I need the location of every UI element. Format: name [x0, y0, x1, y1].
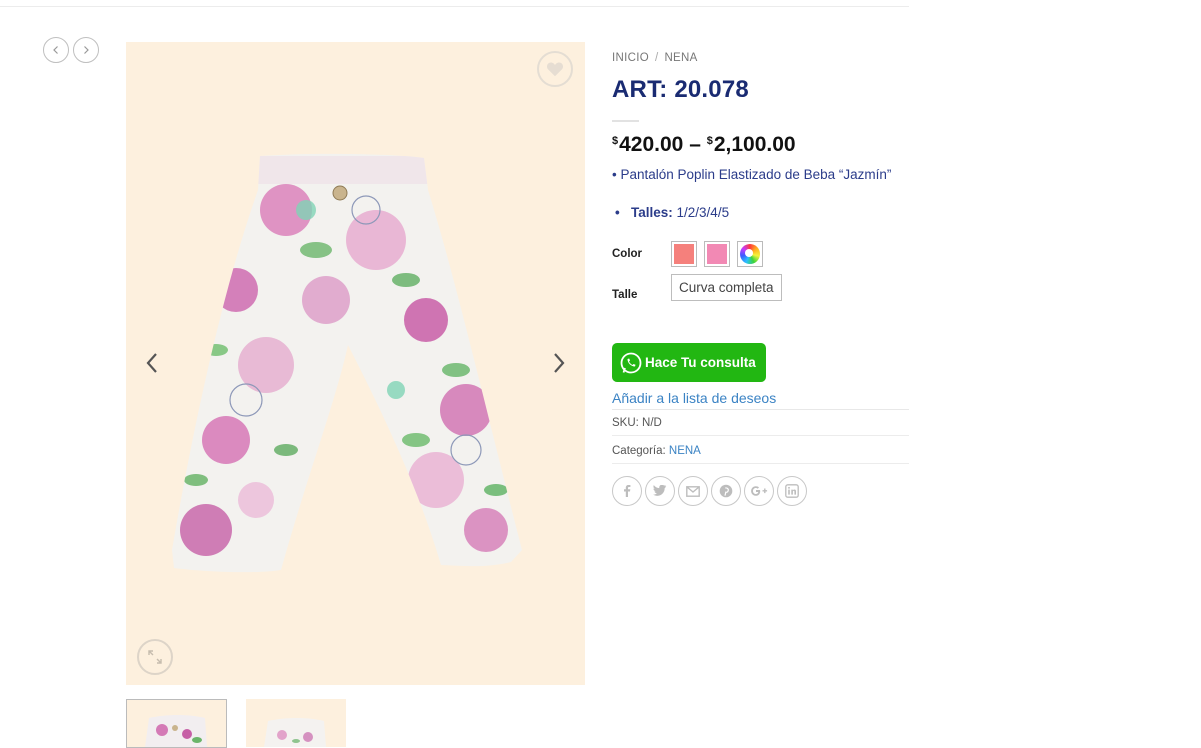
- share-google-plus-button[interactable]: [744, 476, 774, 506]
- product-image-pants: [172, 153, 522, 573]
- product-nav: [43, 37, 99, 63]
- breadcrumb-category-link[interactable]: NENA: [664, 52, 697, 64]
- chevron-right-icon: [84, 46, 89, 54]
- share-pinterest-button[interactable]: [711, 476, 741, 506]
- share-linkedin-button[interactable]: [777, 476, 807, 506]
- sku-value: N/D: [642, 417, 662, 429]
- sku-label: SKU:: [612, 417, 639, 429]
- chevron-left-icon: [146, 353, 157, 373]
- breadcrumb-home-link[interactable]: INICIO: [612, 52, 649, 64]
- category-row: Categoría: NENA: [612, 436, 909, 464]
- heart-icon: [546, 62, 564, 77]
- price-dash: –: [689, 133, 701, 156]
- whatsapp-icon: [620, 352, 642, 373]
- next-product-button[interactable]: [73, 37, 99, 63]
- gallery-prev-arrow[interactable]: [139, 350, 165, 376]
- price-max: 2,100.00: [713, 133, 796, 156]
- share-icons: [612, 476, 909, 506]
- twitter-icon: [653, 485, 667, 496]
- sizes-label: Talles:: [631, 205, 673, 220]
- previous-product-button[interactable]: [43, 37, 69, 63]
- gallery-next-arrow[interactable]: [546, 350, 572, 376]
- size-variation-row: Talle Curva completa: [612, 274, 909, 301]
- currency-symbol: $: [612, 135, 619, 147]
- size-label: Talle: [612, 289, 638, 301]
- linkedin-icon: [785, 484, 799, 498]
- share-email-button[interactable]: [678, 476, 708, 506]
- expand-icon: [148, 650, 162, 664]
- sizes-value: 1/2/3/4/5: [676, 205, 730, 220]
- product-sizes: • Talles: 1/2/3/4/5: [612, 205, 909, 220]
- email-icon: [686, 485, 700, 497]
- sizes-bullet: •: [615, 205, 620, 220]
- zoom-button[interactable]: [137, 639, 173, 675]
- chevron-right-icon: [554, 353, 565, 373]
- wishlist-heart-button[interactable]: [537, 51, 573, 87]
- breadcrumb-separator: /: [654, 52, 659, 64]
- share-facebook-button[interactable]: [612, 476, 642, 506]
- color-swatch-pink[interactable]: [704, 241, 730, 267]
- color-swatch-coral[interactable]: [671, 241, 697, 267]
- header-divider: [0, 6, 909, 7]
- category-link[interactable]: NENA: [669, 445, 701, 457]
- sku-row: SKU: N/D: [612, 410, 909, 436]
- share-twitter-button[interactable]: [645, 476, 675, 506]
- color-swatch-multicolor[interactable]: [737, 241, 763, 267]
- color-label: Color: [612, 248, 643, 260]
- price-min: 420.00: [619, 133, 684, 156]
- whatsapp-button-label: Hace Tu consulta: [645, 355, 756, 370]
- price-range: $420.00 – $2,100.00: [612, 133, 909, 157]
- thumbnail-1[interactable]: [126, 699, 227, 748]
- product-summary: INICIO / NENA ART: 20.078 $420.00 – $2,100…: [612, 52, 909, 506]
- gallery-thumbnails: [126, 699, 346, 748]
- breadcrumb: INICIO / NENA: [612, 52, 909, 64]
- product-meta: SKU: N/D Categoría: NENA: [612, 409, 909, 464]
- chevron-left-icon: [53, 46, 58, 54]
- facebook-icon: [624, 485, 631, 497]
- category-label: Categoría:: [612, 445, 666, 457]
- google-plus-icon: [751, 486, 768, 496]
- size-select[interactable]: Curva completa: [671, 274, 782, 301]
- currency-symbol: $: [706, 135, 713, 147]
- color-variation-row: Color: [612, 241, 909, 267]
- product-gallery: [126, 42, 585, 685]
- product-description: • Pantalón Poplin Elastizado de Beba “Ja…: [612, 167, 892, 182]
- title-divider: [612, 120, 639, 122]
- product-title: ART: 20.078: [612, 76, 749, 103]
- pinterest-icon: [719, 484, 733, 498]
- whatsapp-consult-button[interactable]: Hace Tu consulta: [612, 343, 766, 382]
- add-to-wishlist-link[interactable]: Añadir a la lista de deseos: [612, 390, 909, 406]
